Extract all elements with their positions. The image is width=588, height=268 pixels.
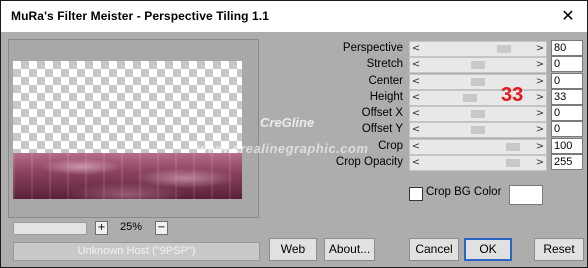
param-slider[interactable]: < > — [409, 90, 547, 106]
slider-left-arrow-icon[interactable]: < — [410, 58, 422, 72]
param-value-input[interactable]: 33 — [551, 89, 583, 105]
slider-left-arrow-icon[interactable]: < — [410, 140, 422, 154]
param-slider[interactable]: < > — [409, 57, 547, 73]
slider-right-arrow-icon[interactable]: > — [534, 107, 546, 121]
slider-right-arrow-icon[interactable]: > — [534, 42, 546, 56]
slider-thumb[interactable] — [471, 61, 485, 69]
param-label: Perspective — [342, 42, 403, 54]
preview-canvas[interactable] — [13, 61, 242, 199]
slider-thumb[interactable] — [497, 45, 512, 53]
crop-bg-checkbox[interactable] — [409, 187, 423, 201]
param-slider[interactable]: < > — [409, 74, 547, 90]
param-value-input[interactable]: 0 — [551, 121, 583, 137]
param-label: Offset X — [361, 107, 403, 119]
annotation-value: 33 — [501, 84, 524, 106]
zoom-in-button[interactable]: + — [95, 221, 108, 235]
slider-left-arrow-icon[interactable]: < — [410, 91, 422, 105]
slider-thumb[interactable] — [505, 143, 520, 151]
slider-right-arrow-icon[interactable]: > — [534, 140, 546, 154]
param-value-input[interactable]: 0 — [551, 105, 583, 121]
param-slider[interactable]: < > — [409, 122, 547, 138]
param-label: Height — [369, 91, 403, 103]
param-label: Center — [368, 75, 403, 87]
filter-dialog: MuRa's Filter Meister - Perspective Tili… — [0, 0, 588, 268]
reset-button[interactable]: Reset — [534, 238, 584, 261]
slider-left-arrow-icon[interactable]: < — [410, 123, 422, 137]
param-value-input[interactable]: 255 — [551, 154, 583, 170]
ok-button[interactable]: OK — [464, 238, 512, 261]
close-icon[interactable]: ✕ — [558, 7, 578, 25]
crop-bg-color-swatch[interactable] — [509, 185, 543, 205]
zoom-out-button[interactable]: − — [155, 221, 168, 235]
zoom-level: 25% — [120, 221, 143, 233]
param-slider[interactable]: < > — [409, 106, 547, 122]
param-value-input[interactable]: 0 — [551, 56, 583, 72]
slider-left-arrow-icon[interactable]: < — [410, 42, 422, 56]
slider-thumb[interactable] — [471, 126, 485, 134]
slider-right-arrow-icon[interactable]: > — [534, 156, 546, 170]
slider-right-arrow-icon[interactable]: > — [534, 123, 546, 137]
slider-thumb[interactable] — [505, 159, 520, 167]
slider-thumb[interactable] — [463, 94, 478, 102]
web-button[interactable]: Web — [269, 238, 317, 261]
host-label: Unknown Host ("9PSP") — [13, 242, 260, 261]
param-label: Offset Y — [361, 123, 403, 135]
param-label: Crop Opacity — [335, 156, 403, 168]
slider-thumb[interactable] — [471, 78, 485, 86]
watermark-url: www.crealinegraphic.com — [197, 141, 369, 156]
zoom-slider-track[interactable] — [13, 222, 87, 235]
crop-bg-label: Crop BG Color — [426, 186, 502, 198]
param-slider[interactable]: < > — [409, 41, 547, 57]
window-title: MuRa's Filter Meister - Perspective Tili… — [11, 9, 269, 23]
perspective-floor-image — [13, 153, 242, 199]
slider-left-arrow-icon[interactable]: < — [410, 156, 422, 170]
slider-right-arrow-icon[interactable]: > — [534, 75, 546, 89]
watermark-logo: CreGline — [260, 115, 315, 130]
slider-right-arrow-icon[interactable]: > — [534, 91, 546, 105]
param-value-input[interactable]: 0 — [551, 73, 583, 89]
slider-left-arrow-icon[interactable]: < — [410, 75, 422, 89]
title-bar: MuRa's Filter Meister - Perspective Tili… — [1, 1, 587, 32]
param-label: Stretch — [366, 58, 403, 70]
cancel-button[interactable]: Cancel — [409, 238, 459, 261]
param-slider[interactable]: < > — [409, 139, 547, 155]
param-slider[interactable]: < > — [409, 155, 547, 171]
param-value-input[interactable]: 80 — [551, 40, 583, 56]
param-value-input[interactable]: 100 — [551, 138, 583, 154]
slider-thumb[interactable] — [471, 110, 485, 118]
about-button[interactable]: About... — [324, 238, 375, 261]
slider-left-arrow-icon[interactable]: < — [410, 107, 422, 121]
slider-right-arrow-icon[interactable]: > — [534, 58, 546, 72]
